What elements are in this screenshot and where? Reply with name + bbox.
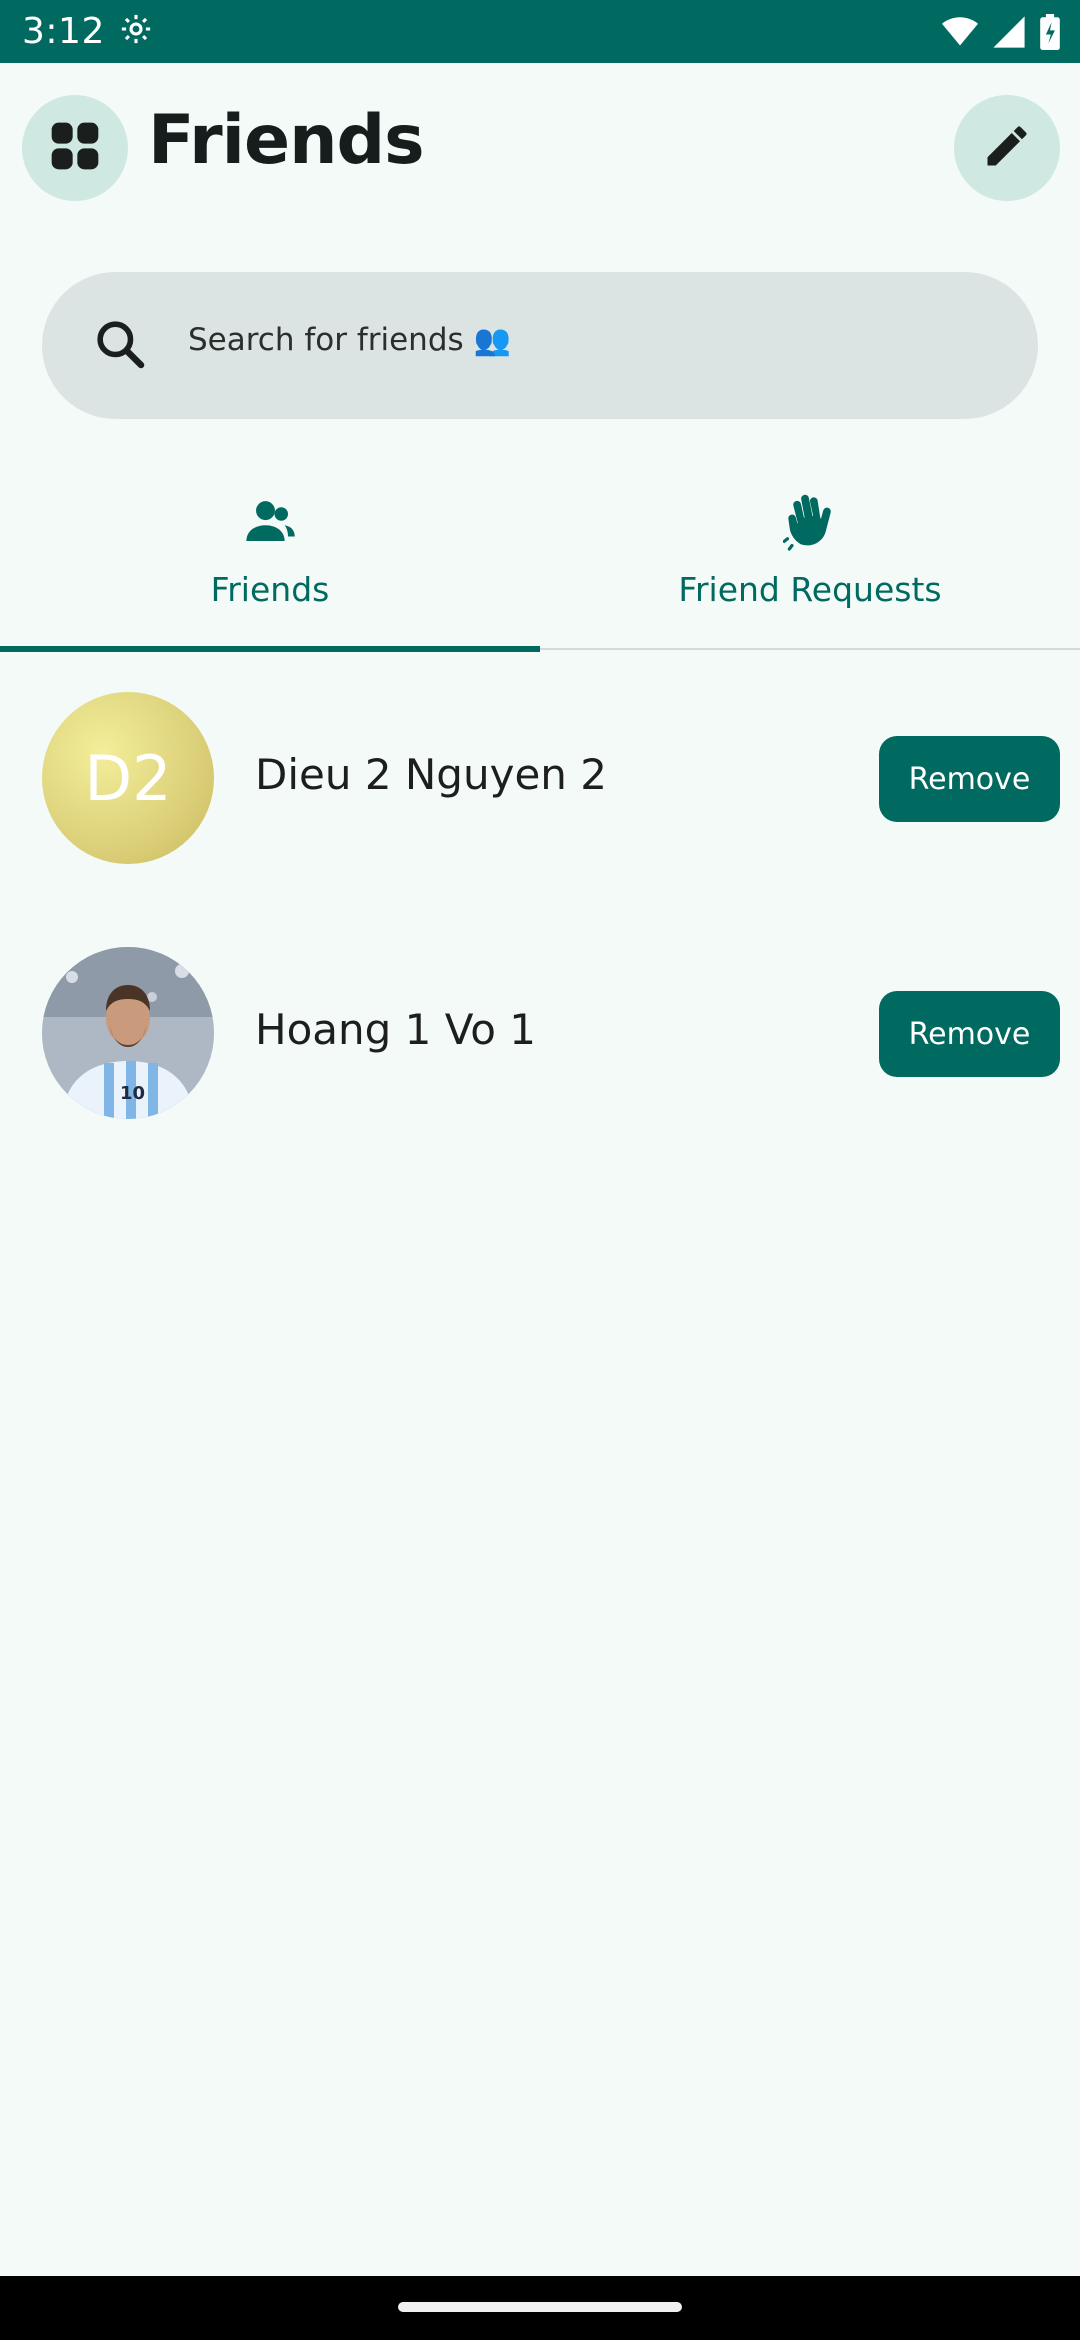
page-title: Friends bbox=[148, 101, 425, 180]
app-header: Friends bbox=[0, 63, 1080, 233]
battery-charging-icon bbox=[1040, 13, 1060, 50]
people-emoji: 👥 bbox=[473, 322, 512, 358]
status-left: 3:12 bbox=[22, 11, 153, 52]
tab-friend-requests-label: Friend Requests bbox=[678, 570, 942, 609]
remove-friend-button[interactable]: Remove bbox=[879, 736, 1060, 822]
tab-friends-label: Friends bbox=[210, 570, 330, 609]
profile-photo-icon: 10 bbox=[42, 947, 214, 1119]
search-input[interactable]: Search for friends 👥 bbox=[42, 272, 1038, 419]
remove-friend-button[interactable]: Remove bbox=[879, 991, 1060, 1077]
tab-friend-requests[interactable]: Friend Requests bbox=[540, 470, 1080, 650]
menu-button[interactable] bbox=[22, 95, 128, 201]
pencil-icon bbox=[981, 120, 1033, 177]
home-gesture-handle[interactable] bbox=[398, 2302, 682, 2312]
grid-apps-icon bbox=[47, 118, 103, 179]
search-icon bbox=[92, 316, 148, 377]
tab-friends[interactable]: Friends bbox=[0, 470, 540, 652]
wifi-icon bbox=[942, 16, 978, 48]
list-item[interactable]: D2 Dieu 2 Nguyen 2 Remove bbox=[0, 692, 1080, 864]
selected-tab-indicator bbox=[0, 646, 540, 652]
cellular-signal-icon bbox=[992, 15, 1026, 49]
system-navigation-bar bbox=[0, 2276, 1080, 2340]
people-icon bbox=[243, 492, 297, 554]
tab-bar: Friends Friend Requests bbox=[0, 470, 1080, 652]
status-time: 3:12 bbox=[22, 11, 105, 52]
avatar: D2 bbox=[42, 692, 214, 864]
list-item[interactable]: 10 Hoang 1 Vo 1 Remove bbox=[0, 947, 1080, 1119]
friend-name: Hoang 1 Vo 1 bbox=[255, 1005, 536, 1054]
friend-name: Dieu 2 Nguyen 2 bbox=[255, 750, 607, 799]
status-right bbox=[942, 13, 1060, 50]
avatar: 10 bbox=[42, 947, 214, 1119]
waving-hand-icon bbox=[783, 492, 837, 554]
svg-text:10: 10 bbox=[120, 1083, 145, 1104]
search-placeholder: Search for friends 👥 bbox=[188, 322, 511, 358]
status-bar: 3:12 bbox=[0, 0, 1080, 63]
avatar-initials: D2 bbox=[84, 741, 172, 815]
settings-gear-icon bbox=[119, 12, 153, 51]
search-placeholder-text: Search for friends bbox=[188, 322, 464, 358]
edit-button[interactable] bbox=[954, 95, 1060, 201]
